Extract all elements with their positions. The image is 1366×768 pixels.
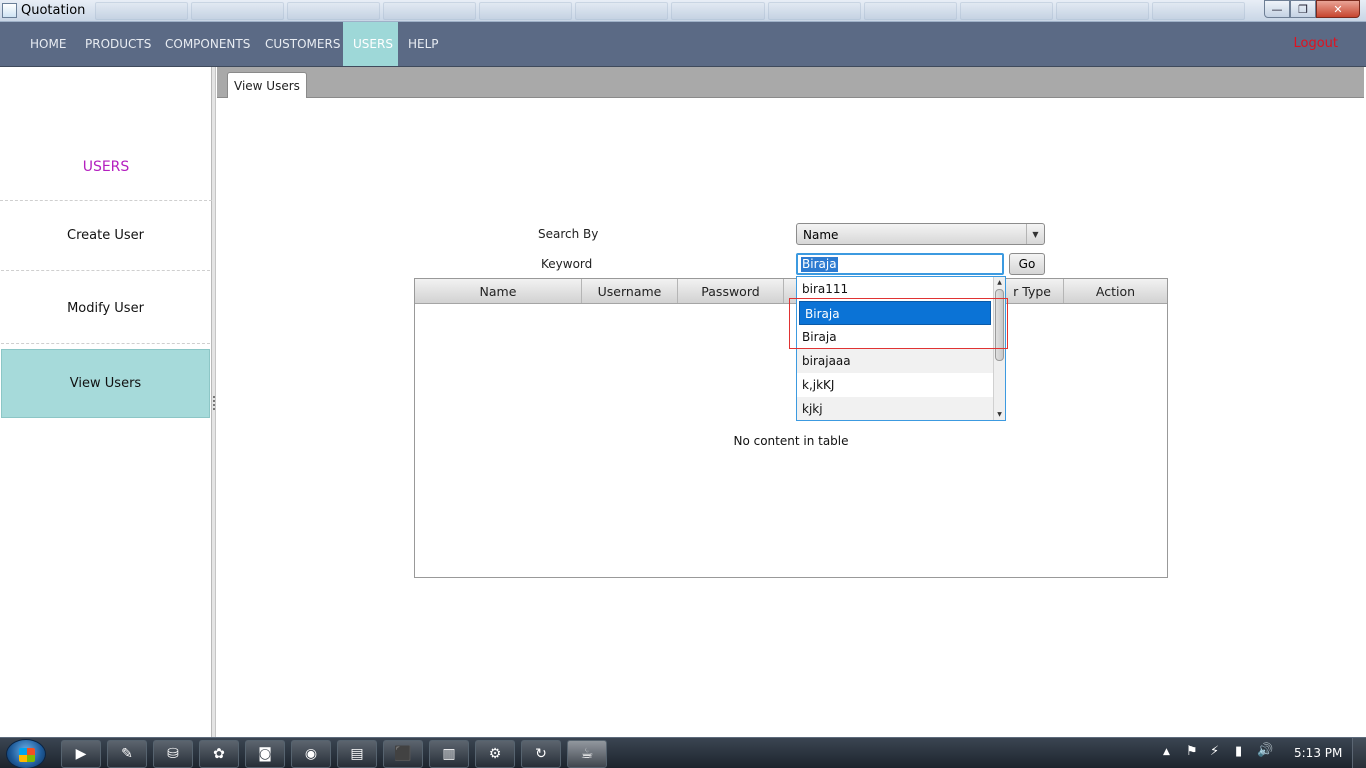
sidebar-item-modify-user[interactable]: Modify User: [1, 274, 210, 344]
window-title: Quotation: [21, 3, 86, 18]
show-desktop-button[interactable]: [1352, 738, 1366, 768]
column-header-password[interactable]: Password: [678, 279, 784, 303]
sidebar: USERS Create User Modify User View Users: [0, 67, 212, 737]
annotation-highlight-box: [789, 298, 1008, 349]
tab-header: View Users: [217, 67, 1364, 99]
menu-home[interactable]: HOME: [20, 22, 76, 66]
keyword-value: Biraja: [801, 257, 838, 272]
logout-link[interactable]: Logout: [1293, 22, 1338, 66]
app-icon[interactable]: ◙: [245, 740, 285, 768]
column-header-name[interactable]: Name: [415, 279, 582, 303]
autocomplete-option[interactable]: kjkj: [797, 397, 993, 420]
notepad-icon[interactable]: ▥: [429, 740, 469, 768]
menu-users[interactable]: USERS: [343, 22, 398, 66]
search-by-value: Name: [803, 228, 839, 242]
volume-icon[interactable]: 🔊: [1257, 743, 1273, 758]
keyword-input[interactable]: Biraja: [796, 253, 1004, 275]
column-header-action[interactable]: Action: [1064, 279, 1167, 303]
settings-icon[interactable]: ⚙: [475, 740, 515, 768]
background-windows: [95, 2, 1245, 20]
main-menubar: HOME PRODUCTS COMPONENTS CUSTOMERS USERS…: [0, 22, 1366, 67]
paint-icon[interactable]: ✿: [199, 740, 239, 768]
menu-components[interactable]: COMPONENTS: [155, 22, 260, 66]
split-grip-icon[interactable]: [213, 396, 215, 412]
autocomplete-option[interactable]: k,jkKJ: [797, 373, 993, 397]
pdf-icon[interactable]: ⬛: [383, 740, 423, 768]
maximize-button[interactable]: ❐: [1290, 0, 1316, 18]
tab-view-users[interactable]: View Users: [227, 72, 307, 99]
column-header-username[interactable]: Username: [582, 279, 678, 303]
show-hidden-icons-icon[interactable]: ▲: [1163, 747, 1170, 757]
empty-table-message: No content in table: [733, 434, 849, 448]
minimize-button[interactable]: —: [1264, 0, 1290, 18]
media-player-icon[interactable]: ▶: [61, 740, 101, 768]
window-title-bar: Quotation — ❐ ✕: [0, 0, 1366, 22]
sidebar-item-view-users[interactable]: View Users: [1, 349, 210, 418]
menu-products[interactable]: PRODUCTS: [75, 22, 161, 66]
network-icon[interactable]: ⛁: [153, 740, 193, 768]
java-icon[interactable]: ☕: [567, 740, 607, 768]
menu-help[interactable]: HELP: [398, 22, 449, 66]
action-center-flag-icon[interactable]: ⚑: [1186, 744, 1198, 759]
explorer-icon[interactable]: ▤: [337, 740, 377, 768]
keyword-label: Keyword: [541, 257, 593, 271]
clock[interactable]: 5:13 PM: [1294, 746, 1342, 760]
go-button[interactable]: Go: [1009, 253, 1045, 275]
sidebar-heading: USERS: [82, 159, 130, 175]
close-button[interactable]: ✕: [1316, 0, 1360, 18]
network-signal-icon[interactable]: ▮: [1235, 744, 1242, 759]
search-by-dropdown[interactable]: Name ▼: [796, 223, 1045, 245]
windows-logo-icon: [19, 748, 35, 762]
sidebar-item-create-user[interactable]: Create User: [1, 201, 210, 271]
chevron-down-icon[interactable]: ▼: [1026, 224, 1044, 244]
refresh-icon[interactable]: ↻: [521, 740, 561, 768]
scroll-up-icon[interactable]: ▲: [994, 277, 1005, 288]
autocomplete-option[interactable]: birajaaa: [797, 349, 993, 373]
firefox-icon[interactable]: ◉: [291, 740, 331, 768]
menu-customers[interactable]: CUSTOMERS: [255, 22, 350, 66]
search-by-label: Search By: [538, 227, 599, 241]
start-button[interactable]: [6, 739, 46, 768]
app-icon: [2, 3, 17, 18]
scroll-down-icon[interactable]: ▼: [994, 409, 1005, 420]
taskbar: ▶ ✎ ⛁ ✿ ◙ ◉ ▤ ⬛ ▥ ⚙ ↻ ☕ ▲ ⚑ ⚡ ▮ 🔊 5:13 P…: [0, 737, 1366, 768]
tools-icon[interactable]: ✎: [107, 740, 147, 768]
power-icon[interactable]: ⚡: [1210, 744, 1219, 759]
